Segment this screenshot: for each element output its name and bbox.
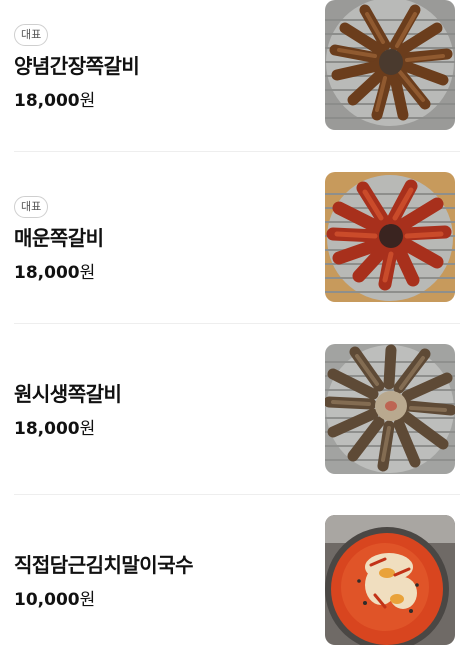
menu-item[interactable]: 원시생쪽갈비 18,000원 bbox=[14, 344, 460, 474]
spicy-ribs-image bbox=[325, 172, 455, 302]
price-value: 18,000 bbox=[14, 419, 80, 439]
menu-item[interactable]: 대표 양념간장쪽갈비 18,000원 bbox=[14, 0, 460, 150]
divider bbox=[14, 494, 460, 495]
menu-item-name: 양념간장쪽갈비 bbox=[14, 54, 140, 78]
menu-item[interactable]: 대표 매운쪽갈비 18,000원 bbox=[14, 172, 460, 302]
menu-item-price: 18,000원 bbox=[14, 414, 95, 439]
price-unit: 원 bbox=[79, 590, 96, 610]
signature-badge: 대표 bbox=[14, 24, 49, 46]
menu-item-price: 18,000원 bbox=[14, 86, 95, 111]
price-unit: 원 bbox=[79, 419, 96, 439]
menu-item-price: 18,000원 bbox=[14, 258, 95, 283]
price-value: 18,000 bbox=[14, 263, 80, 283]
menu-item-name: 원시생쪽갈비 bbox=[14, 382, 122, 406]
menu-item-name: 직접담근김치말이국수 bbox=[14, 553, 194, 577]
grilled-ribs-soy-image bbox=[325, 0, 455, 130]
menu-item-name: 매운쪽갈비 bbox=[14, 226, 104, 250]
price-unit: 원 bbox=[79, 91, 96, 111]
divider bbox=[14, 151, 460, 152]
menu-list: 대표 양념간장쪽갈비 18,000원 대표 매운쪽갈비 18,000원 원시생쪽… bbox=[0, 0, 460, 661]
menu-item-photo[interactable] bbox=[325, 515, 455, 645]
menu-item-photo[interactable] bbox=[325, 0, 455, 130]
menu-item-price: 10,000원 bbox=[14, 585, 95, 610]
price-value: 18,000 bbox=[14, 91, 80, 111]
menu-item-photo[interactable] bbox=[325, 344, 455, 474]
menu-item-photo[interactable] bbox=[325, 172, 455, 302]
signature-badge: 대표 bbox=[14, 196, 49, 218]
menu-item[interactable]: 직접담근김치말이국수 10,000원 bbox=[14, 515, 460, 645]
kimchi-noodle-soup-image bbox=[325, 515, 455, 645]
price-unit: 원 bbox=[79, 263, 96, 283]
plain-ribs-image bbox=[325, 344, 455, 474]
price-value: 10,000 bbox=[14, 590, 80, 610]
divider bbox=[14, 323, 460, 324]
